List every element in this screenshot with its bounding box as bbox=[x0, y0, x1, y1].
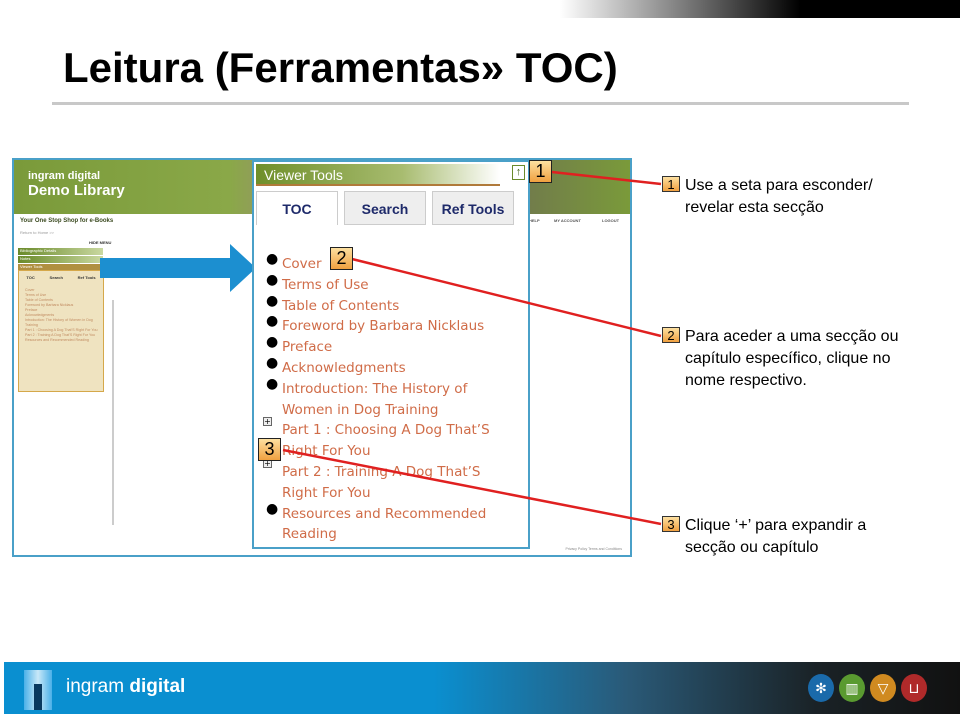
callout-line-2 bbox=[351, 257, 662, 338]
callout-label-2: 2 bbox=[662, 327, 680, 343]
ingram-logo-icon bbox=[24, 670, 52, 710]
cart-icon: ⊔ bbox=[901, 674, 927, 702]
callout-line: nome respectivo. bbox=[685, 372, 807, 389]
callout-text-3: Clique ‘+’ para expandir a secção ou cap… bbox=[685, 515, 866, 559]
callout-line: capítulo específico, clique no bbox=[685, 350, 891, 367]
callout-text-1: Use a seta para esconder/ revelar esta s… bbox=[685, 175, 873, 219]
callout-line: Use a seta para esconder/ bbox=[685, 177, 873, 194]
gear-icon: ✻ bbox=[808, 674, 834, 702]
callout-line-1 bbox=[551, 170, 662, 186]
book-icon: ▥ bbox=[839, 674, 865, 702]
footer-bar: ingram digital ✻ ▥ ▽ ⊔ bbox=[4, 662, 960, 714]
callout-line: secção ou capítulo bbox=[685, 539, 819, 556]
callout-line: Para aceder a uma secção ou bbox=[685, 328, 899, 345]
callout-text-2: Para aceder a uma secção ou capítulo esp… bbox=[685, 326, 898, 392]
callout-line: Clique ‘+’ para expandir a bbox=[685, 517, 867, 534]
callout-marker-1: 1 bbox=[529, 160, 552, 183]
callout-label-1: 1 bbox=[662, 176, 680, 192]
download-icon: ▽ bbox=[870, 674, 896, 702]
callout-line-3 bbox=[282, 448, 662, 526]
callout-marker-2: 2 bbox=[330, 247, 353, 270]
callout-marker-3: 3 bbox=[258, 438, 281, 461]
callout-label-3: 3 bbox=[662, 516, 680, 532]
brand-light: ingram bbox=[66, 676, 125, 697]
footer-brand: ingram digital bbox=[66, 676, 185, 698]
brand-bold: digital bbox=[129, 676, 186, 697]
callout-line: revelar esta secção bbox=[685, 199, 824, 216]
